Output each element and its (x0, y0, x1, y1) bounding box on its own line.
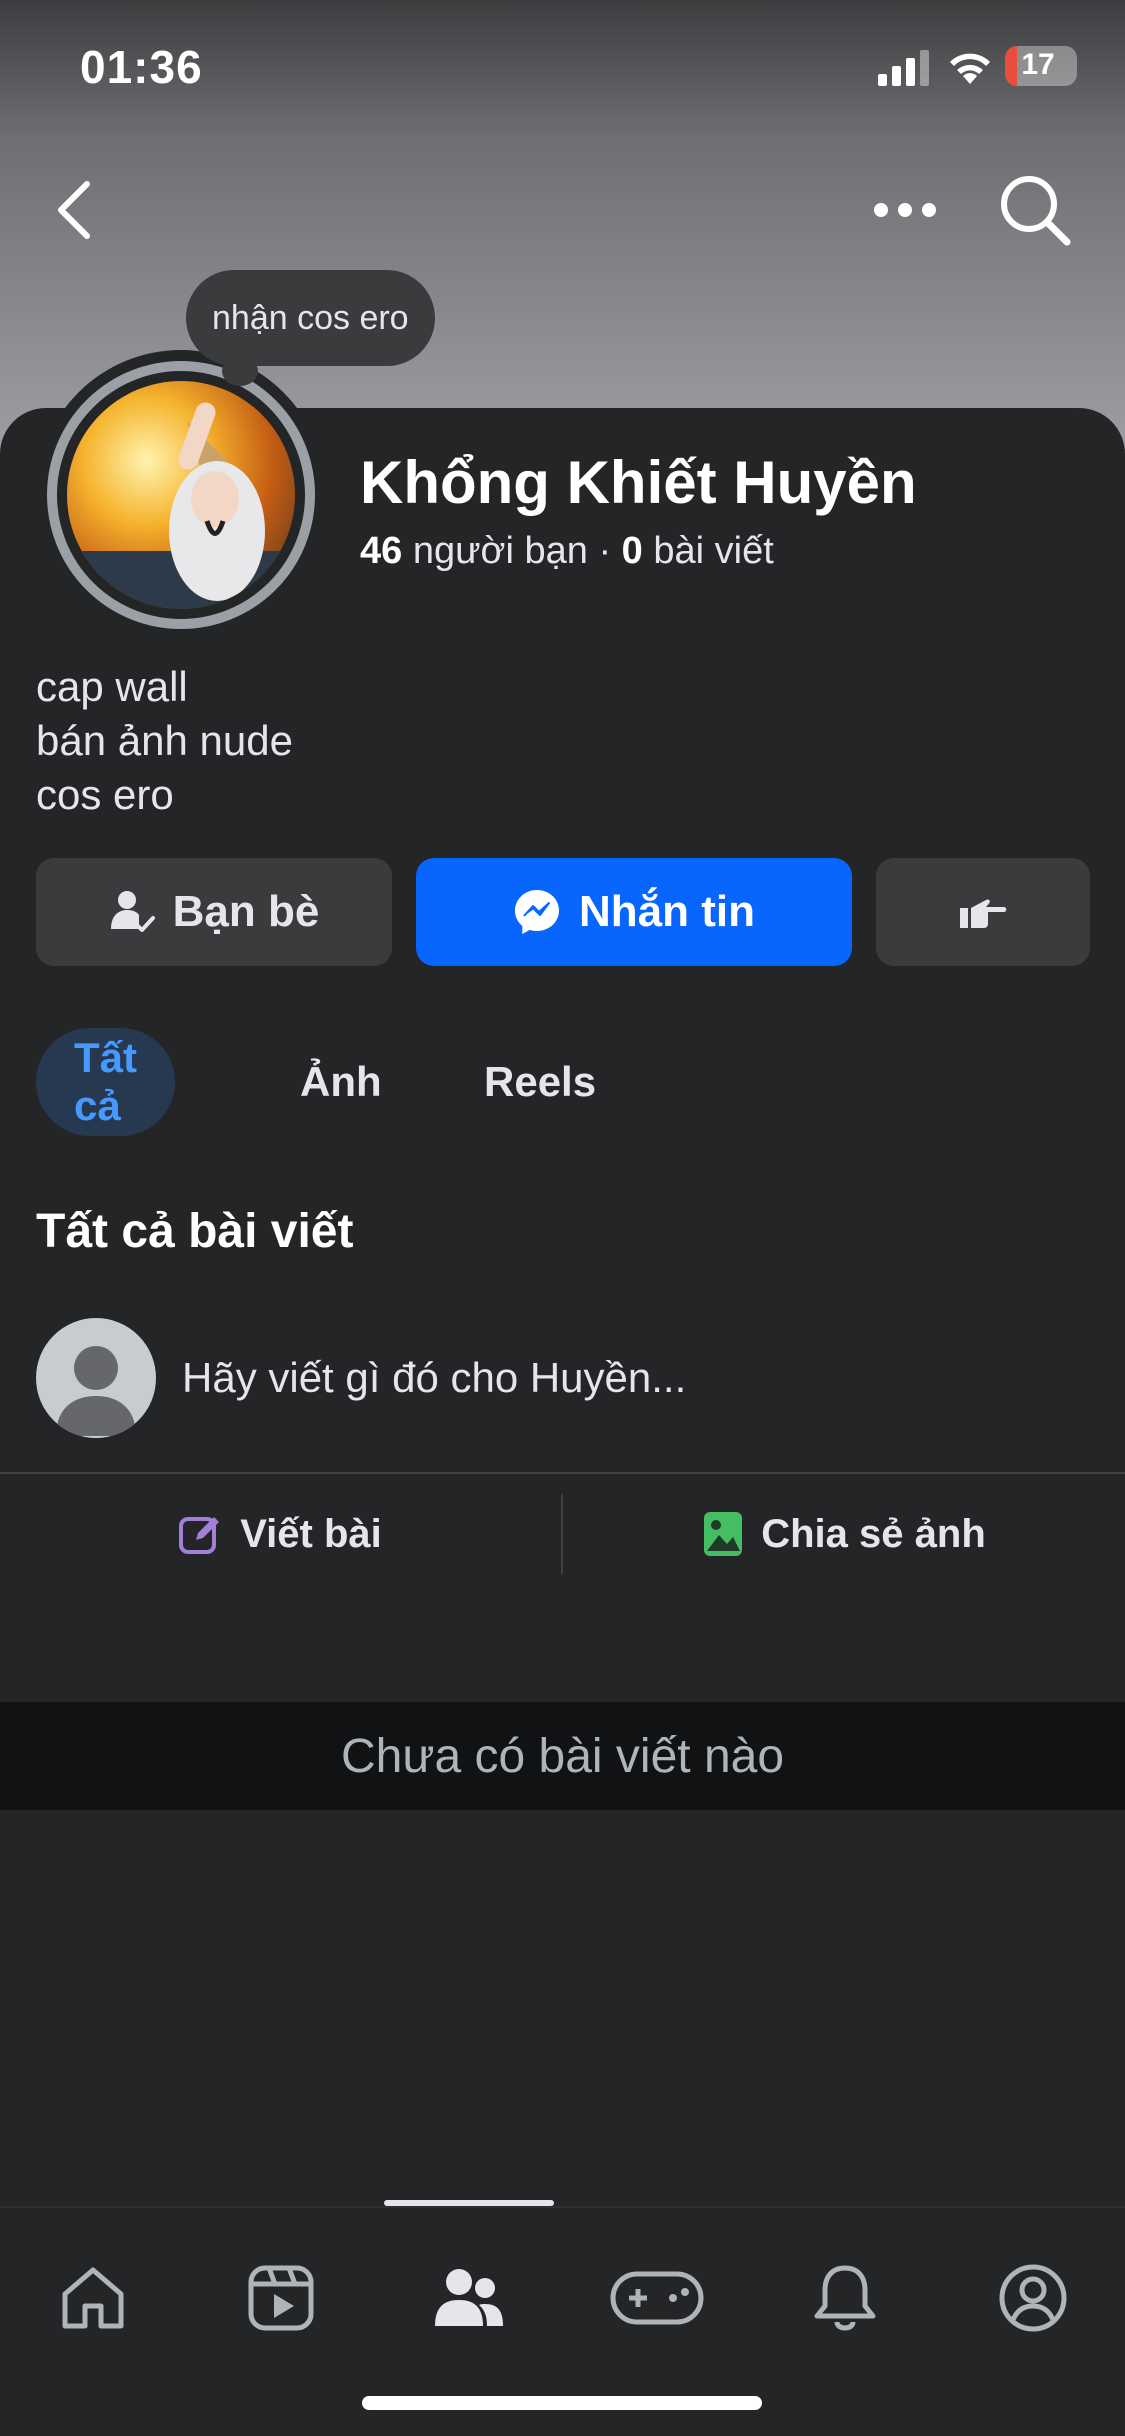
more-button[interactable] (865, 175, 945, 245)
write-post-label: Viết bài (240, 1511, 382, 1556)
user-avatar (36, 1318, 156, 1438)
tab-reels[interactable]: Reels (446, 1028, 634, 1136)
nav-friends[interactable] (409, 2248, 529, 2348)
edit-icon (179, 1517, 220, 1554)
battery-level: 17 (1021, 48, 1055, 81)
posts-count: 0 (621, 530, 643, 572)
nav-gaming[interactable] (597, 2248, 717, 2348)
avatar-image (67, 381, 295, 609)
friend-check-icon (110, 891, 155, 932)
default-avatar-icon (56, 1346, 136, 1436)
status-time: 01:36 (80, 41, 203, 93)
profile-name: Khổng Khiết Huyền (360, 449, 917, 516)
back-button[interactable] (40, 170, 110, 250)
profile-avatar[interactable] (36, 350, 326, 640)
bio-line: bán ảnh nude (36, 717, 293, 764)
tab-all[interactable]: Tất cả (36, 1028, 175, 1136)
action-separator (561, 1494, 563, 1574)
profile-stats: 46 người bạn · 0 bài viết (360, 530, 774, 573)
friends-label[interactable]: người bạn (413, 530, 588, 572)
battery-charging-icon: 17 (1005, 46, 1077, 86)
poke-hand-icon (960, 899, 1007, 928)
nav-notifications[interactable] (785, 2248, 905, 2348)
profile-note[interactable]: nhận cos ero (186, 270, 435, 366)
write-post-button[interactable]: Viết bài (0, 1474, 560, 1594)
chevron-left-icon (58, 181, 90, 239)
nav-profile[interactable] (973, 2248, 1093, 2348)
post-action-bar: Viết bài Chia sẻ ảnh (0, 1474, 1125, 1594)
poke-button[interactable] (876, 858, 1090, 966)
more-horizontal-icon (874, 203, 936, 217)
nav-home[interactable] (33, 2248, 153, 2348)
friends-icon (435, 2269, 503, 2326)
empty-posts-message: Chưa có bài viết nào (0, 1702, 1125, 1810)
bio-line: cos ero (36, 771, 174, 818)
search-icon (1001, 176, 1071, 246)
composer-placeholder[interactable]: Hãy viết gì đó cho Huyền... (182, 1354, 686, 1402)
photo-icon (704, 1512, 743, 1556)
profile-icon (999, 2264, 1067, 2332)
message-button[interactable]: Nhắn tin (416, 858, 852, 966)
profile-bio: cap wall bán ảnh nude cos ero (36, 660, 293, 822)
avatar-picture (67, 402, 295, 609)
profile-actions: Bạn bè Nhắn tin (36, 858, 1090, 966)
story-ring (47, 361, 315, 629)
status-bar: 01:36 17 (0, 0, 1125, 140)
share-photo-button[interactable]: Chia sẻ ảnh (564, 1474, 1125, 1594)
friends-button-label: Bạn bè (172, 887, 320, 936)
tab-photos[interactable]: Ảnh (262, 1028, 420, 1136)
bio-line: cap wall (36, 663, 188, 710)
video-icon (248, 2265, 314, 2331)
gaming-icon (610, 2271, 704, 2325)
share-photo-label: Chia sẻ ảnh (761, 1511, 986, 1556)
notifications-icon (814, 2265, 876, 2331)
home-icon (62, 2267, 124, 2329)
posts-section-title: Tất cả bài viết (36, 1205, 354, 1258)
posts-label: bài viết (653, 530, 774, 572)
friends-count[interactable]: 46 (360, 530, 402, 572)
friends-button[interactable]: Bạn bè (36, 858, 392, 966)
home-indicator[interactable] (362, 2396, 762, 2410)
signal-icon (878, 50, 929, 86)
message-button-label: Nhắn tin (579, 887, 755, 936)
nav-video[interactable] (221, 2248, 341, 2348)
stats-separator: · (598, 530, 612, 572)
wifi-icon (950, 53, 990, 84)
post-composer[interactable]: Hãy viết gì đó cho Huyền... (36, 1318, 1090, 1440)
search-button[interactable] (995, 170, 1075, 250)
messenger-icon (515, 890, 559, 934)
